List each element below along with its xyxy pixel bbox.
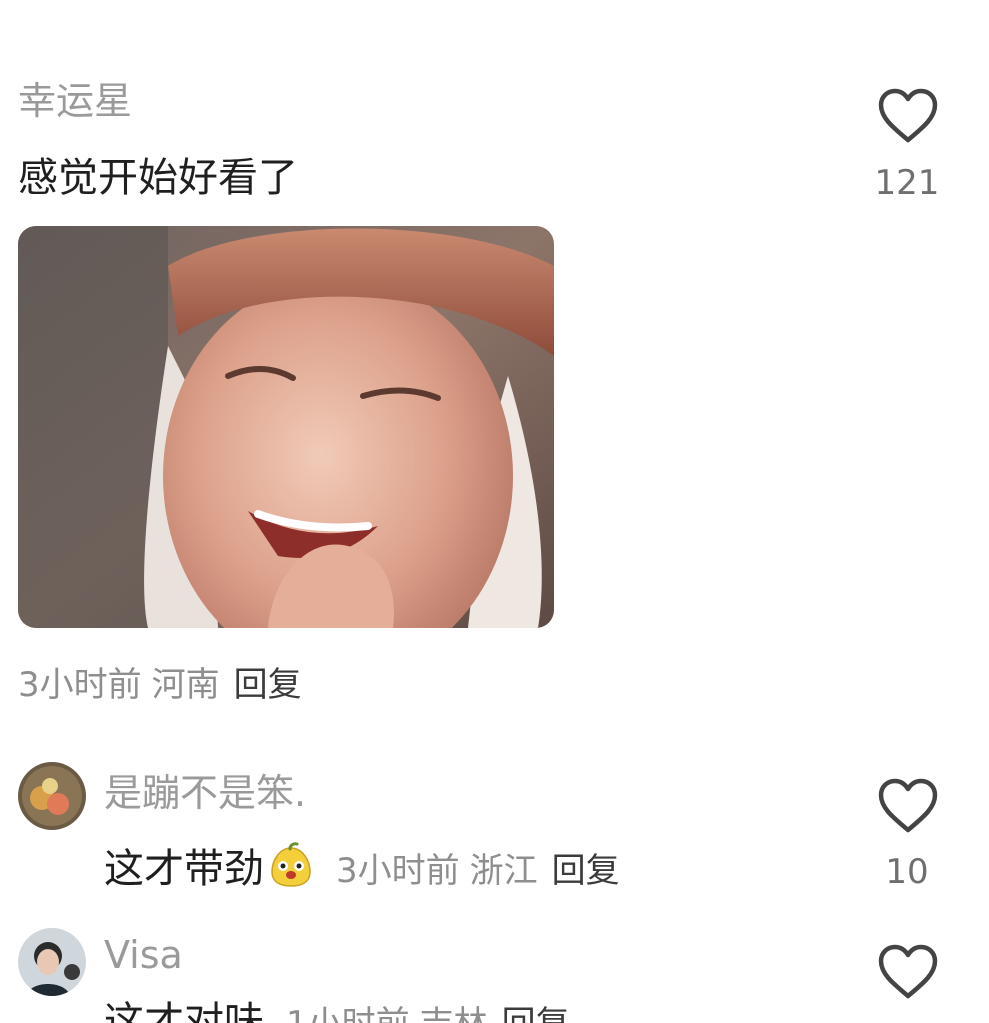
reply-text[interactable]: 这才对味 1小时前吉林回复 [104, 1002, 570, 1023]
avatar-image [18, 762, 86, 830]
heart-outline-icon[interactable] [877, 944, 939, 1000]
comment-time: 3小时前 [18, 665, 142, 705]
heart-outline-icon[interactable] [877, 778, 939, 834]
reply-location: 浙江 [469, 851, 538, 891]
comment-location: 河南 [151, 665, 220, 705]
avatar[interactable] [18, 928, 86, 996]
reply-button[interactable]: 回复 [552, 851, 620, 891]
reply-time: 3小时前 [336, 851, 460, 891]
avatar-image [18, 928, 86, 996]
like-count: 121 [874, 163, 940, 203]
comment-section: 幸运星 感觉开始好看了 121 3小时前 河南 回复 是蹦不是笨. 这才带劲 3… [0, 0, 989, 1023]
like-count: 10 [885, 852, 929, 892]
reply-button[interactable]: 回复 [502, 1004, 570, 1023]
comment-text[interactable]: 感觉开始好看了 [18, 158, 298, 198]
meme-photo [18, 226, 554, 628]
reply-username[interactable]: 是蹦不是笨. [104, 774, 306, 812]
reply-username[interactable]: Visa [104, 936, 183, 974]
reply-location: 吉林 [420, 1004, 488, 1023]
reply-meta: 3小时前 浙江 回复 [336, 851, 620, 891]
reply-time: 1小时前 [286, 1004, 410, 1023]
comment-meta: 3小时前 河南 回复 [18, 668, 302, 702]
comment-username[interactable]: 幸运星 [18, 82, 132, 120]
heart-outline-icon[interactable] [877, 88, 939, 144]
pear-face-emoji [271, 842, 311, 887]
avatar[interactable] [18, 762, 86, 830]
reply-text[interactable]: 这才带劲 3小时前 浙江 回复 [104, 842, 620, 889]
comment-image[interactable] [18, 226, 554, 628]
reply-text-content: 这才带劲 [104, 846, 264, 892]
reply-meta: 1小时前吉林回复 [286, 1004, 570, 1023]
reply-button[interactable]: 回复 [234, 665, 302, 705]
reply-text-content: 这才对味 [104, 999, 264, 1023]
